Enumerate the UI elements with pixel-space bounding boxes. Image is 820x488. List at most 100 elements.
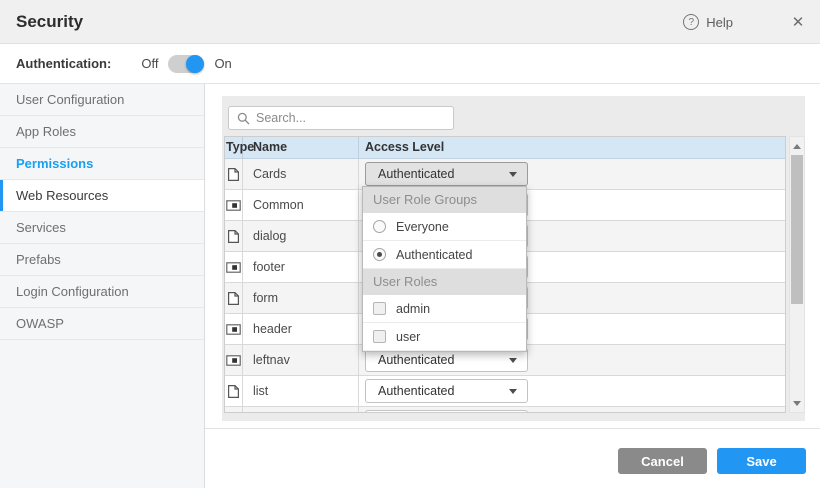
access-level-value: Authenticated <box>378 167 509 181</box>
dropdown-option-label: Everyone <box>396 220 449 234</box>
access-cell: Authenticated <box>359 376 785 406</box>
access-level-select[interactable] <box>365 410 528 413</box>
access-cell <box>359 407 785 413</box>
radio-icon <box>373 220 386 233</box>
type-cell <box>225 407 243 413</box>
sidebar-item-label: App Roles <box>16 124 76 139</box>
close-icon[interactable]: ✕ <box>786 0 810 44</box>
type-cell <box>225 314 243 344</box>
cancel-button[interactable]: Cancel <box>618 448 707 474</box>
radio-icon <box>373 248 386 261</box>
table-scrollbar[interactable] <box>789 136 805 413</box>
column-header-access-level: Access Level <box>359 137 785 158</box>
sidebar-item-owasp[interactable]: OWASP <box>0 308 204 340</box>
chevron-down-icon <box>509 172 517 177</box>
resource-name: form <box>243 283 359 313</box>
authentication-label: Authentication: <box>16 56 111 71</box>
partial-page-icon <box>226 324 241 335</box>
sidebar-item-label: Services <box>16 220 66 235</box>
access-level-select[interactable]: Authenticated <box>365 162 528 186</box>
content-area: Type Name Access Level Cards Authenticat… <box>205 84 820 488</box>
table-row: list Authenticated <box>225 376 785 407</box>
footer-divider <box>205 428 820 429</box>
page-icon <box>227 291 240 306</box>
sidebar-item-label: Login Configuration <box>16 284 129 299</box>
dropdown-option-authenticated[interactable]: Authenticated <box>363 241 526 269</box>
access-dropdown-panel: User Role Groups Everyone Authenticated … <box>362 186 527 352</box>
help-icon: ? <box>683 14 699 30</box>
dropdown-option-label: admin <box>396 302 430 316</box>
resource-name <box>243 407 359 413</box>
authentication-toggle[interactable] <box>168 55 204 73</box>
sidebar-item-prefabs[interactable]: Prefabs <box>0 244 204 276</box>
type-cell <box>225 159 243 189</box>
table-header: Type Name Access Level <box>225 137 785 159</box>
sidebar-item-label: Web Resources <box>16 188 108 203</box>
help-button[interactable]: ? Help <box>683 0 733 44</box>
scroll-up-icon[interactable] <box>790 139 804 153</box>
sidebar-item-permissions[interactable]: Permissions <box>0 148 204 180</box>
sidebar-item-web-resources[interactable]: Web Resources <box>0 180 204 212</box>
sidebar-nav: User Configuration App Roles Permissions… <box>0 84 205 488</box>
web-resources-panel: Type Name Access Level Cards Authenticat… <box>222 96 805 421</box>
partial-page-icon <box>226 200 241 211</box>
sidebar-item-label: Prefabs <box>16 252 61 267</box>
type-cell <box>225 190 243 220</box>
sidebar-item-services[interactable]: Services <box>0 212 204 244</box>
security-dialog: Security ? Help ✕ Authentication: Off On… <box>0 0 820 488</box>
dropdown-option-label: user <box>396 330 420 344</box>
resource-name: leftnav <box>243 345 359 375</box>
checkbox-icon <box>373 302 386 315</box>
resource-name: footer <box>243 252 359 282</box>
resource-name: Common <box>243 190 359 220</box>
scroll-down-icon[interactable] <box>790 396 804 410</box>
table-row <box>225 407 785 413</box>
scrollbar-thumb[interactable] <box>791 155 803 304</box>
search-box <box>228 106 454 130</box>
sidebar-item-app-roles[interactable]: App Roles <box>0 116 204 148</box>
page-title: Security <box>16 0 83 44</box>
type-cell <box>225 345 243 375</box>
access-cell: Authenticated <box>359 159 785 189</box>
search-icon <box>237 112 250 125</box>
dropdown-group-header: User Roles <box>363 269 526 295</box>
toggle-knob <box>186 55 204 73</box>
resource-name: dialog <box>243 221 359 251</box>
checkbox-icon <box>373 330 386 343</box>
search-input[interactable] <box>256 111 436 125</box>
sidebar-item-label: User Configuration <box>16 92 124 107</box>
toggle-on-label: On <box>214 56 231 71</box>
sidebar-item-label: Permissions <box>16 156 93 171</box>
page-icon <box>227 384 240 399</box>
sidebar-item-user-configuration[interactable]: User Configuration <box>0 84 204 116</box>
dropdown-option-user[interactable]: user <box>363 323 526 351</box>
save-button[interactable]: Save <box>717 448 806 474</box>
toggle-off-label: Off <box>141 56 158 71</box>
access-level-value: Authenticated <box>378 353 509 367</box>
resource-name: Cards <box>243 159 359 189</box>
dropdown-option-label: Authenticated <box>396 248 472 262</box>
chevron-down-icon <box>509 358 517 363</box>
type-cell <box>225 252 243 282</box>
resource-name: header <box>243 314 359 344</box>
dropdown-option-everyone[interactable]: Everyone <box>363 213 526 241</box>
access-level-select[interactable]: Authenticated <box>365 379 528 403</box>
partial-page-icon <box>226 262 241 273</box>
page-icon <box>227 229 240 244</box>
type-cell <box>225 283 243 313</box>
chevron-down-icon <box>509 389 517 394</box>
dropdown-option-admin[interactable]: admin <box>363 295 526 323</box>
sidebar-item-login-configuration[interactable]: Login Configuration <box>0 276 204 308</box>
sidebar-item-label: OWASP <box>16 316 64 331</box>
authentication-row: Authentication: Off On <box>0 44 820 84</box>
column-header-name: Name <box>243 137 359 158</box>
access-level-value: Authenticated <box>378 384 509 398</box>
help-label: Help <box>706 15 733 30</box>
titlebar: Security ? Help ✕ <box>0 0 820 44</box>
partial-page-icon <box>226 355 241 366</box>
column-header-type: Type <box>225 137 243 158</box>
type-cell <box>225 376 243 406</box>
page-icon <box>227 167 240 182</box>
type-cell <box>225 221 243 251</box>
dropdown-group-header: User Role Groups <box>363 187 526 213</box>
